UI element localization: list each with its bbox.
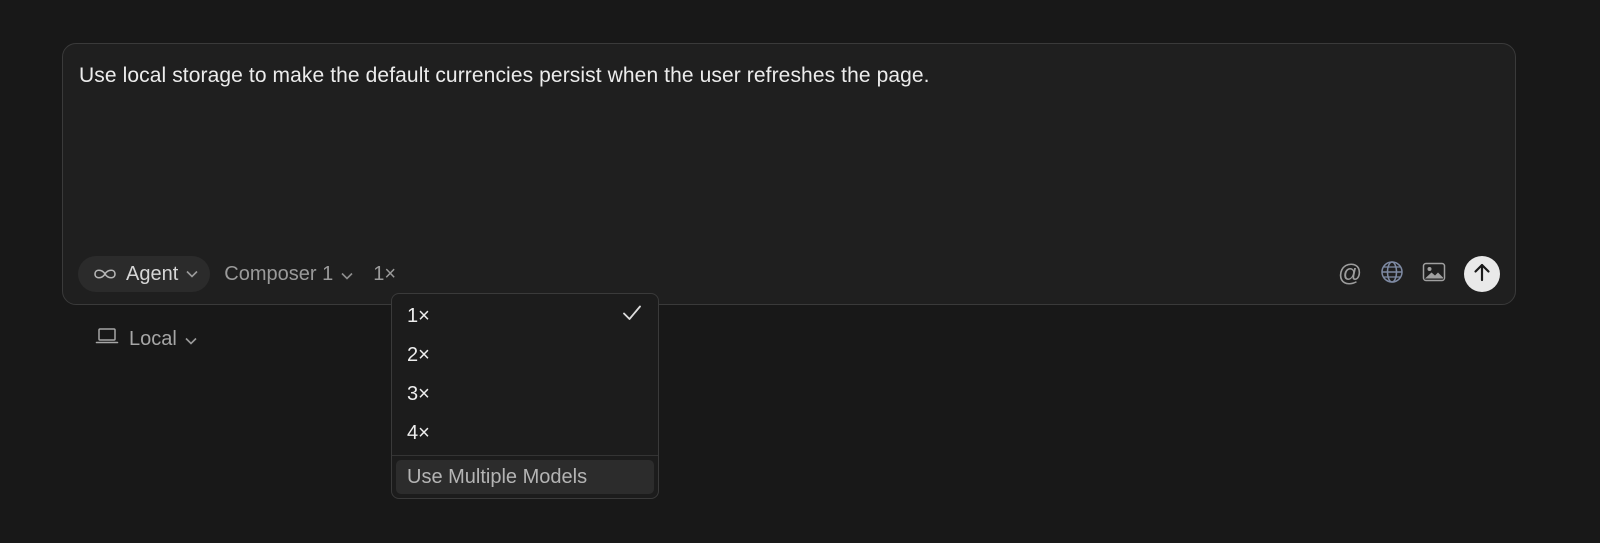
chevron-down-icon: [185, 328, 197, 351]
option-label: 4×: [407, 421, 430, 444]
environment-label: Local: [129, 327, 177, 350]
multiplier-dropdown: 1× 2× 3× 4× Use Multiple Models: [391, 293, 659, 499]
model-selector[interactable]: Composer 1: [224, 263, 353, 286]
use-multiple-models-button[interactable]: Use Multiple Models: [396, 460, 654, 494]
web-search-button[interactable]: [1376, 258, 1408, 290]
globe-icon: [1380, 260, 1404, 289]
send-button[interactable]: [1464, 256, 1500, 292]
chevron-down-icon: [341, 263, 353, 286]
infinity-icon: [92, 267, 118, 281]
composer-toolbar-right: @: [1324, 256, 1500, 292]
option-label: 1×: [407, 304, 430, 327]
multiplier-selector[interactable]: 1×: [373, 263, 396, 286]
mention-button[interactable]: @: [1334, 258, 1366, 290]
multiplier-option-2x[interactable]: 2×: [392, 336, 658, 374]
menu-divider: [392, 455, 658, 456]
attach-image-button[interactable]: [1418, 258, 1450, 290]
image-icon: [1422, 262, 1446, 287]
model-label: Composer 1: [224, 262, 334, 285]
checkmark-icon: [622, 304, 642, 328]
agent-mode-label: Agent: [126, 262, 179, 285]
laptop-icon: [95, 327, 119, 351]
composer-box[interactable]: Use local storage to make the default cu…: [62, 43, 1516, 305]
composer-toolbar-left: Agent Composer 1 1×: [78, 256, 396, 292]
arrow-up-icon: [1473, 262, 1491, 287]
multiplier-option-1x[interactable]: 1×: [392, 297, 658, 335]
page: Use local storage to make the default cu…: [0, 0, 1600, 543]
prompt-text[interactable]: Use local storage to make the default cu…: [79, 64, 930, 88]
option-label: 3×: [407, 382, 430, 405]
chevron-down-icon: [186, 270, 198, 278]
option-label: 2×: [407, 343, 430, 366]
environment-selector[interactable]: Local: [95, 327, 197, 351]
at-icon: @: [1337, 260, 1363, 287]
multiplier-option-4x[interactable]: 4×: [392, 414, 658, 452]
multiplier-option-3x[interactable]: 3×: [392, 375, 658, 413]
agent-mode-button[interactable]: Agent: [78, 256, 211, 292]
